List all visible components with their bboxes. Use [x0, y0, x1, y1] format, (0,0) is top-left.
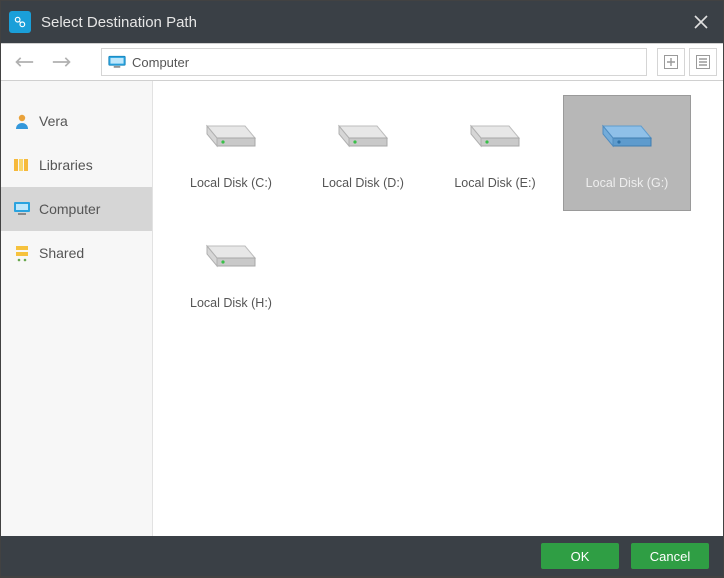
computer-icon — [13, 200, 31, 218]
drive-item[interactable]: Local Disk (H:) — [167, 215, 295, 331]
location-breadcrumb[interactable]: Computer — [101, 48, 647, 76]
drive-label: Local Disk (H:) — [190, 296, 272, 310]
sidebar-item-user[interactable]: Vera — [1, 99, 152, 143]
disk-icon — [333, 102, 393, 158]
close-button[interactable] — [679, 1, 723, 43]
drive-label: Local Disk (G:) — [586, 176, 669, 190]
back-button[interactable] — [7, 48, 41, 76]
drive-label: Local Disk (E:) — [454, 176, 535, 190]
sidebar-item-label: Shared — [39, 245, 84, 261]
sidebar-item-computer[interactable]: Computer — [1, 187, 152, 231]
navigation-bar: Computer — [1, 43, 723, 81]
title-bar: Select Destination Path — [1, 1, 723, 43]
list-icon — [696, 55, 710, 69]
user-icon — [13, 112, 31, 130]
drive-item[interactable]: Local Disk (G:) — [563, 95, 691, 211]
disk-icon — [597, 102, 657, 158]
forward-button[interactable] — [45, 48, 79, 76]
app-icon — [9, 11, 31, 33]
disk-icon — [201, 222, 261, 278]
dialog-body: Vera Libraries Computer Shared — [1, 81, 723, 536]
arrow-right-icon — [52, 55, 72, 69]
drive-label: Local Disk (D:) — [322, 176, 404, 190]
drive-grid: Local Disk (C:) Local Disk (D:) Local Di… — [167, 95, 709, 335]
cancel-button[interactable]: Cancel — [631, 543, 709, 569]
sidebar-item-libraries[interactable]: Libraries — [1, 143, 152, 187]
sidebar-item-label: Computer — [39, 201, 100, 217]
arrow-left-icon — [14, 55, 34, 69]
sidebar: Vera Libraries Computer Shared — [1, 81, 153, 536]
window-title: Select Destination Path — [41, 14, 197, 31]
ok-button[interactable]: OK — [541, 543, 619, 569]
disk-icon — [201, 102, 261, 158]
location-label: Computer — [132, 55, 189, 70]
view-list-button[interactable] — [689, 48, 717, 76]
disk-icon — [465, 102, 525, 158]
plus-icon — [664, 55, 678, 69]
sidebar-item-label: Vera — [39, 113, 68, 129]
dialog-footer: OK Cancel — [1, 536, 723, 576]
drive-item[interactable]: Local Disk (E:) — [431, 95, 559, 211]
dialog-window: Select Destination Path Computer — [1, 1, 723, 576]
shared-icon — [13, 244, 31, 262]
new-folder-button[interactable] — [657, 48, 685, 76]
sidebar-item-shared[interactable]: Shared — [1, 231, 152, 275]
drive-item[interactable]: Local Disk (C:) — [167, 95, 295, 211]
main-panel: Local Disk (C:) Local Disk (D:) Local Di… — [153, 81, 723, 536]
computer-icon — [108, 55, 126, 69]
drive-item[interactable]: Local Disk (D:) — [299, 95, 427, 211]
sidebar-item-label: Libraries — [39, 157, 93, 173]
close-icon — [694, 15, 708, 29]
libraries-icon — [13, 156, 31, 174]
drive-label: Local Disk (C:) — [190, 176, 272, 190]
